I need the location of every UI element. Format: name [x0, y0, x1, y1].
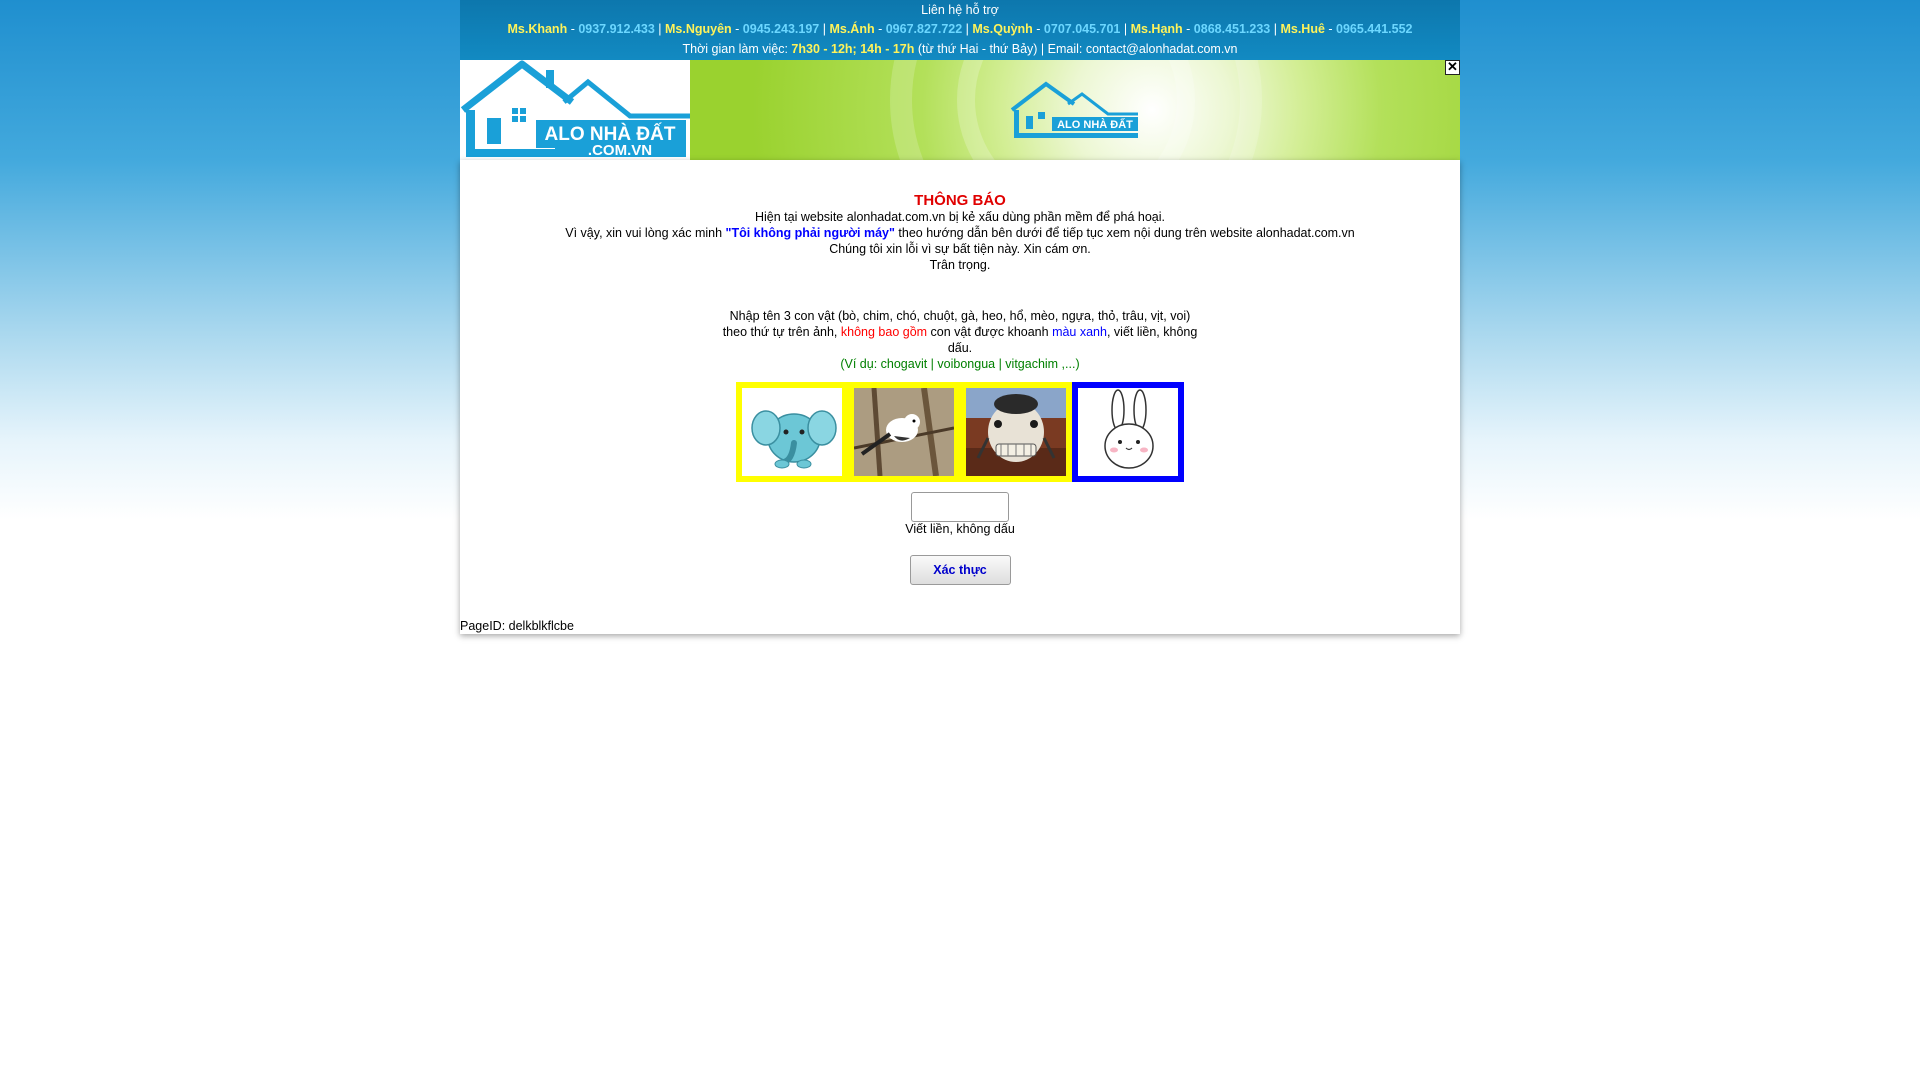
notice-highlight: "Tôi không phải người máy" [725, 226, 895, 240]
contact-name: Ms.Huê [1280, 22, 1325, 36]
logo-domain: .COM.VN [588, 142, 652, 159]
contact-phone[interactable]: 0868.451.233 [1194, 22, 1270, 36]
main-content: THÔNG BÁO Hiện tại website alonhadat.com… [460, 160, 1460, 634]
banner-advertisement[interactable]: ALO NHÀ ĐẤT ✕ [690, 60, 1460, 160]
contact-name: Ms.Quỳnh [972, 22, 1033, 36]
rabbit-icon [1078, 388, 1178, 476]
support-contacts: Ms.Khanh - 0937.912.433 | Ms.Nguyên - 09… [507, 22, 1413, 36]
ad-logo-text: ALO NHÀ ĐẤT [1057, 118, 1133, 131]
answer-hint: Viết liền, không dấu [905, 522, 1015, 536]
contact-phone[interactable]: 0937.912.433 [578, 22, 654, 36]
instructions-part-a: theo thứ tự trên ảnh, [722, 325, 841, 339]
contact-phone[interactable]: 0707.045.701 [1044, 22, 1120, 36]
notice-line-4: Trân trọng. [929, 258, 991, 272]
contact-phone[interactable]: 0965.441.552 [1336, 22, 1412, 36]
notice-title: THÔNG BÁO [914, 192, 1006, 209]
instructions-example: (Ví dụ: chogavit | voibongua | vitgachim… [840, 357, 1080, 371]
support-bar: Liên hệ hỗ trợ Ms.Khanh - 0937.912.433 |… [460, 0, 1460, 60]
captcha-image-4-excluded [1072, 382, 1184, 482]
captcha-image-3 [960, 382, 1072, 482]
support-title: Liên hệ hỗ trợ [921, 3, 999, 17]
hours-suffix: (từ thứ Hai - thứ Bảy) | Email: contact@… [914, 42, 1238, 56]
house-logo-icon: ALO NHÀ ĐẤT .COM.VN [460, 60, 690, 159]
notice-line-2-prefix: Vì vậy, xin vui lòng xác minh [565, 226, 726, 240]
notice-section: THÔNG BÁO Hiện tại website alonhadat.com… [460, 160, 1460, 273]
contact-name: Ms.Hạnh [1130, 22, 1183, 36]
instructions-part-c: con vật được khoanh [927, 325, 1053, 339]
captcha-instructions: Nhập tên 3 con vật (bò, chim, chó, chuột… [710, 308, 1210, 372]
captcha-answer-input[interactable] [911, 492, 1009, 522]
close-icon: ✕ [1447, 60, 1458, 74]
notice-line-2-suffix: theo hướng dẫn bên dưới để tiếp tục xem … [894, 226, 1355, 240]
notice-line-3: Chúng tôi xin lỗi vì sự bất tiện này. Xi… [829, 242, 1091, 256]
instructions-line-2: theo thứ tự trên ảnh, không bao gồm con … [710, 324, 1210, 356]
horse-icon [966, 388, 1066, 476]
page-wrapper: Liên hệ hỗ trợ Ms.Khanh - 0937.912.433 |… [460, 0, 1460, 634]
instructions-blue-color: màu xanh [1052, 325, 1107, 339]
hours-value: 7h30 - 12h; 14h - 17h [791, 42, 915, 56]
answer-section: Viết liền, không dấu [460, 492, 1460, 536]
elephant-icon [742, 388, 842, 476]
captcha-image-1 [736, 382, 848, 482]
ad-logo-icon: ALO NHÀ ĐẤT [890, 60, 1262, 160]
captcha-images [460, 382, 1460, 482]
notice-line-2: Vì vậy, xin vui lòng xác minh "Tôi không… [460, 225, 1460, 241]
instructions-line-1: Nhập tên 3 con vật (bò, chim, chó, chuột… [729, 309, 1191, 323]
header-banner: ALO NHÀ ĐẤT .COM.VN ALO NHÀ ĐẤT ✕ [460, 60, 1460, 160]
contact-name: Ms.Nguyên [665, 22, 732, 36]
working-hours: Thời gian làm việc: 7h30 - 12h; 14h - 17… [460, 40, 1460, 60]
hours-prefix: Thời gian làm việc: [682, 42, 792, 56]
instructions-exclude: không bao gồm [840, 325, 928, 339]
captcha-image-2 [848, 382, 960, 482]
close-banner-button[interactable]: ✕ [1445, 60, 1460, 75]
verify-button[interactable]: Xác thực [909, 555, 1011, 585]
contact-name: Ms.Khanh [507, 22, 568, 36]
page-id-label: PageID: delkblkflcbe [460, 619, 574, 633]
contact-phone[interactable]: 0945.243.197 [743, 22, 819, 36]
contact-phone[interactable]: 0967.827.722 [886, 22, 962, 36]
bird-icon [854, 388, 954, 476]
submit-section: Xác thực [460, 555, 1460, 585]
notice-line-1: Hiện tại website alonhadat.com.vn bị kẻ … [755, 210, 1165, 224]
site-logo[interactable]: ALO NHÀ ĐẤT .COM.VN [460, 60, 690, 160]
contact-name: Ms.Ánh [829, 22, 875, 36]
